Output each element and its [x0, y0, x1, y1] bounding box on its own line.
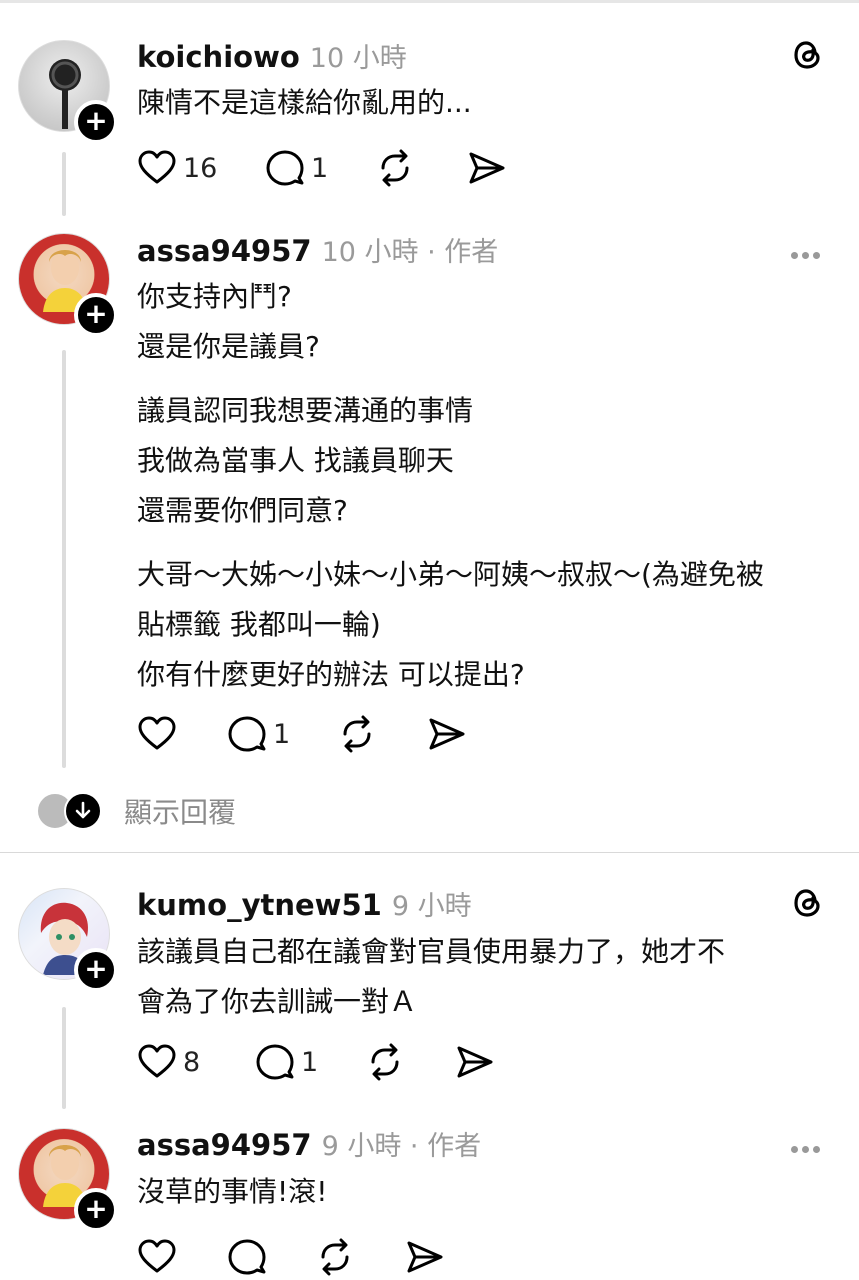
like-count: 16: [183, 152, 218, 184]
post-header: kumo_ytnew51 9 小時: [137, 884, 472, 924]
top-divider: [0, 0, 859, 3]
repost-icon: [381, 149, 409, 187]
arrow-down-icon: [64, 792, 102, 830]
repost-icon: [343, 715, 371, 753]
repost-icon: [321, 1238, 349, 1276]
post-text-line: 該議員自己都在議會對官員使用暴力了，她才不: [137, 935, 726, 968]
repost-button[interactable]: [337, 711, 427, 757]
thread-line: [62, 1007, 66, 1109]
thread-line: [62, 152, 66, 216]
action-bar: [137, 1234, 445, 1280]
reply-count: 1: [301, 1046, 319, 1078]
share-button[interactable]: [427, 711, 467, 757]
action-bar: 16 1: [137, 145, 507, 191]
share-icon: [429, 718, 465, 750]
post-header: assa94957 10 小時 · 作者: [137, 230, 498, 270]
repost-button[interactable]: [375, 145, 467, 191]
like-button[interactable]: 8: [137, 1039, 255, 1085]
show-replies-label[interactable]: 顯示回覆: [124, 791, 236, 831]
username[interactable]: kumo_ytnew51: [137, 888, 382, 922]
heart-icon: [138, 1239, 176, 1273]
heart-icon: [138, 716, 176, 750]
reply-button[interactable]: [227, 1234, 315, 1280]
avatar-container[interactable]: +: [18, 40, 118, 144]
post-text-line: 陳情不是這樣給你亂用的...: [137, 86, 472, 119]
timestamp: 10 小時 · 作者: [321, 237, 499, 268]
repost-button[interactable]: [365, 1039, 455, 1085]
post-text-line: 我做為當事人 找議員聊天: [137, 444, 454, 477]
post-text-line: 議員認同我想要溝通的事情: [137, 394, 474, 427]
threads-logo-icon[interactable]: [791, 886, 825, 920]
post-body: 該議員自己都在議會對官員使用暴力了，她才不 會為了你去訓誡一對Ａ: [137, 927, 837, 1027]
reply-count: 1: [273, 718, 291, 750]
threads-logo-icon[interactable]: [791, 38, 825, 72]
more-icon[interactable]: [791, 244, 827, 259]
share-button[interactable]: [467, 145, 507, 191]
like-button[interactable]: 16: [137, 145, 265, 191]
post-text-line: 你有什麼更好的辦法 可以提出?: [137, 658, 525, 691]
avatar-container[interactable]: +: [18, 233, 118, 337]
post-body: 沒草的事情!滾!: [137, 1167, 837, 1217]
heart-icon: [138, 1044, 176, 1078]
like-button[interactable]: [137, 1234, 227, 1280]
reply-button[interactable]: 1: [227, 711, 337, 757]
reply-count: 1: [311, 152, 329, 184]
like-button[interactable]: [137, 711, 227, 757]
repost-icon: [371, 1043, 399, 1081]
timestamp: 10 小時: [309, 43, 407, 74]
action-bar: 8 1: [137, 1039, 495, 1085]
post-text-line: 還是你是議員?: [137, 330, 320, 363]
repost-button[interactable]: [315, 1234, 405, 1280]
action-bar: 1: [137, 711, 467, 757]
like-count: 8: [183, 1046, 201, 1078]
avatar-container[interactable]: +: [18, 888, 118, 992]
post-divider: [0, 852, 859, 853]
share-icon: [457, 1046, 493, 1078]
follow-plus-icon[interactable]: +: [74, 948, 118, 992]
share-icon: [469, 152, 505, 184]
share-button[interactable]: [405, 1234, 445, 1280]
follow-plus-icon[interactable]: +: [74, 1188, 118, 1232]
comment-icon: [266, 150, 304, 186]
post-text-line: 你支持內鬥?: [137, 280, 292, 313]
post-text-line: 大哥～大姊～小妹～小弟～阿姨～叔叔～(為避免被: [137, 558, 764, 591]
timestamp: 9 小時 · 作者: [321, 1131, 482, 1162]
post-text-line: 還需要你們同意?: [137, 494, 348, 527]
comment-icon: [228, 1239, 266, 1275]
username[interactable]: assa94957: [137, 1128, 312, 1162]
username[interactable]: koichiowo: [137, 40, 300, 74]
post-header: assa94957 9 小時 · 作者: [137, 1124, 481, 1164]
thread-line: [62, 350, 66, 768]
avatar-container[interactable]: +: [18, 1128, 118, 1232]
share-icon: [407, 1241, 443, 1273]
show-replies-button[interactable]: 顯示回覆: [36, 790, 236, 832]
follow-plus-icon[interactable]: +: [74, 293, 118, 337]
comment-icon: [228, 716, 266, 752]
post-text-line: 沒草的事情!滾!: [137, 1175, 328, 1208]
reply-button[interactable]: 1: [265, 145, 375, 191]
follow-plus-icon[interactable]: +: [74, 100, 118, 144]
timestamp: 9 小時: [391, 891, 472, 922]
post-header: koichiowo 10 小時: [137, 36, 407, 76]
post-body: 陳情不是這樣給你亂用的...: [137, 78, 837, 128]
share-button[interactable]: [455, 1039, 495, 1085]
comment-icon: [256, 1044, 294, 1080]
post-text-line: 貼標籤 我都叫一輪): [137, 608, 381, 641]
heart-icon: [138, 150, 176, 184]
reply-button[interactable]: 1: [255, 1039, 365, 1085]
post-body: 你支持內鬥? 還是你是議員? 議員認同我想要溝通的事情 我做為當事人 找議員聊天…: [137, 272, 837, 700]
post-text-line: 會為了你去訓誡一對Ａ: [137, 985, 418, 1018]
username[interactable]: assa94957: [137, 234, 312, 268]
more-icon[interactable]: [791, 1138, 827, 1153]
